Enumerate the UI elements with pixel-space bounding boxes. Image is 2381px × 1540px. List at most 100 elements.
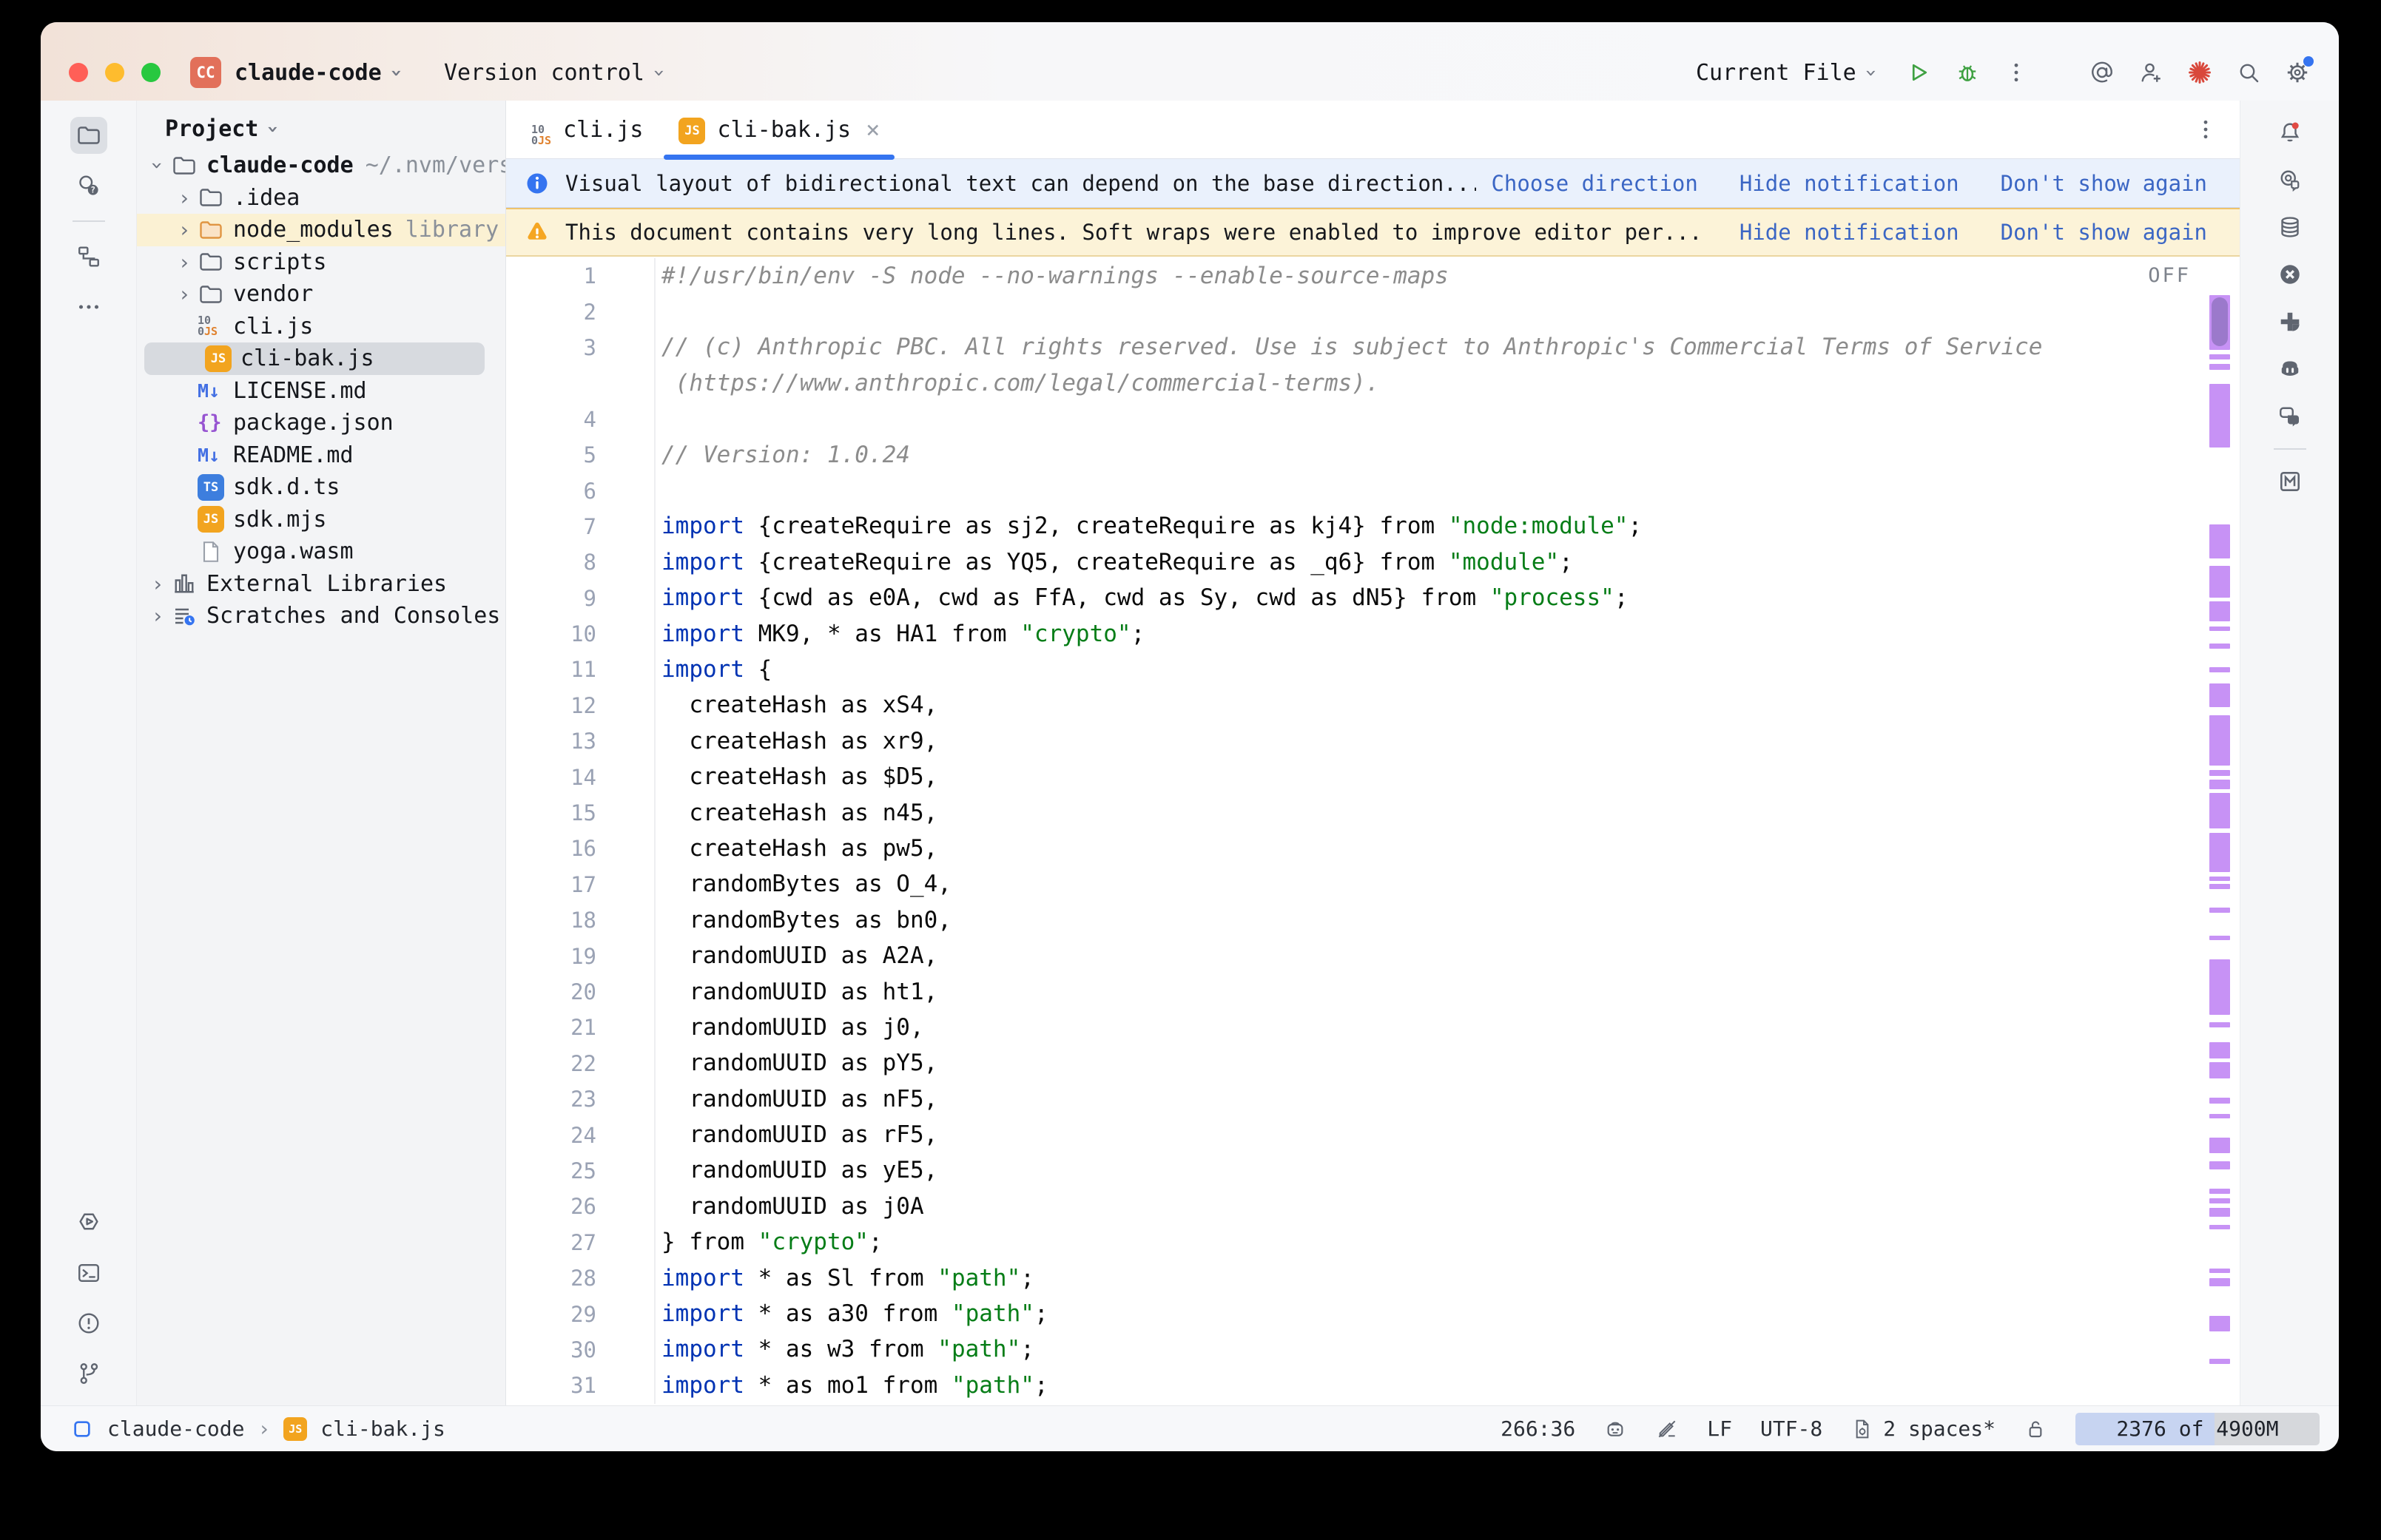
more-run-actions-button[interactable] — [1997, 53, 2035, 92]
zoom-window-button[interactable] — [141, 63, 161, 82]
line-number: 21 — [506, 1015, 617, 1040]
ai-mention-button[interactable] — [2083, 53, 2121, 92]
breadcrumb-project[interactable]: claude-code — [107, 1416, 244, 1441]
problems-button[interactable] — [70, 1305, 107, 1342]
tree-item--idea[interactable]: ›.idea — [137, 182, 505, 215]
debug-button[interactable] — [1948, 53, 1987, 92]
ai-assistant-button[interactable] — [2271, 161, 2308, 198]
tree-item-yoga-wasm[interactable]: yoga.wasm — [137, 536, 505, 568]
gutter-separator — [617, 294, 656, 329]
caret-position-widget[interactable]: 266:36 — [1501, 1416, 1575, 1441]
tree-item-scripts[interactable]: ›scripts — [137, 246, 505, 279]
code-with-me-button[interactable] — [2132, 53, 2170, 92]
ide-window: CC claude-code › Version control › Curre… — [41, 22, 2339, 1451]
code-line-3: 3// (c) Anthropic PBC. All rights reserv… — [506, 330, 2240, 365]
memory-indicator[interactable]: 2376 of 4900M — [2075, 1413, 2320, 1445]
code-line-21: 21 randomUUID as j0, — [506, 1010, 2240, 1045]
code-line-12: 12 createHash as xS4, — [506, 688, 2240, 723]
search-everywhere-button[interactable] — [2229, 53, 2268, 92]
mps-m-button[interactable] — [2271, 463, 2308, 500]
chevron-right-icon[interactable]: › — [171, 282, 198, 306]
code-line-23: 23 randomUUID as nF5, — [506, 1081, 2240, 1117]
tree-item-node-modules[interactable]: ›node_moduleslibrary — [137, 214, 505, 246]
encoding-widget[interactable]: UTF-8 — [1760, 1416, 1822, 1441]
tree-item-package-json[interactable]: {}package.json — [137, 407, 505, 439]
structure-button[interactable] — [70, 238, 107, 275]
code-line-6: 6 — [506, 473, 2240, 508]
hide-notification-link[interactable]: Hide notification — [1740, 220, 1959, 245]
tree-item-cli-bak-js[interactable]: JScli-bak.js — [144, 342, 485, 375]
chat-duo-button[interactable] — [2271, 398, 2308, 435]
don-t-show-again-link[interactable]: Don't show again — [2001, 171, 2207, 196]
code-line-20: 20 randomUUID as ht1, — [506, 974, 2240, 1010]
code-text: // Version: 1.0.24 — [661, 444, 910, 467]
hide-notification-link[interactable]: Hide notification — [1740, 171, 1959, 196]
app-icon: CC — [190, 57, 221, 88]
vcs-change-mark — [2209, 1138, 2230, 1153]
tab-cli-bak-js[interactable]: JS cli-bak.js × — [661, 101, 897, 158]
plugin-plus-button[interactable] — [2271, 303, 2308, 340]
vcs-widget[interactable]: Version control › — [444, 60, 665, 86]
plugin-burst-button[interactable] — [2180, 53, 2219, 92]
terminal-button[interactable] — [70, 1254, 107, 1291]
chevron-right-icon[interactable]: › — [144, 604, 171, 628]
close-icon[interactable]: × — [866, 115, 880, 143]
file-icon — [198, 538, 232, 565]
soft-wrap-indicator[interactable]: OFF — [2148, 264, 2191, 287]
code-line-24: 24 randomUUID as rF5, — [506, 1117, 2240, 1152]
more-button[interactable] — [70, 288, 107, 325]
tree-item-label: cli.js — [233, 314, 313, 340]
tree-item-claude-code[interactable]: ›claude-code~/.nvm/vers — [137, 149, 505, 182]
vcs-change-mark — [2209, 601, 2230, 621]
readonly-toggle[interactable] — [2024, 1417, 2047, 1441]
chevron-right-icon[interactable]: › — [144, 572, 171, 596]
tree-item-license-md[interactable]: M↓LICENSE.md — [137, 375, 505, 408]
tree-item-readme-md[interactable]: M↓README.md — [137, 439, 505, 472]
project-panel-header[interactable]: Project › — [137, 108, 505, 149]
highlighting-level-button[interactable] — [1655, 1417, 1679, 1441]
minimize-window-button[interactable] — [105, 63, 124, 82]
tab-options-button[interactable] — [2192, 116, 2219, 143]
md-icon: M↓ — [198, 445, 232, 466]
x-circle-button[interactable] — [2271, 256, 2308, 293]
git-branch-button[interactable] — [70, 1355, 107, 1392]
tree-item-scratches-and-consoles[interactable]: ›Scratches and Consoles — [137, 600, 505, 632]
error-stripe[interactable] — [2207, 257, 2240, 1405]
indent-widget[interactable]: 2 spaces* — [1850, 1416, 1996, 1441]
close-window-button[interactable] — [69, 63, 88, 82]
code-editor[interactable]: 1#!/usr/bin/env -S node --no-warnings --… — [506, 257, 2240, 1405]
vcs-question-button[interactable]: ? — [70, 167, 107, 204]
tab-cli-js[interactable]: 100JS cli.js — [513, 101, 661, 158]
line-separator-widget[interactable]: LF — [1707, 1416, 1732, 1441]
gutter-separator — [617, 1010, 656, 1045]
chevron-down-icon[interactable]: › — [146, 152, 170, 179]
gutter-separator — [617, 1117, 656, 1152]
tree-item-sdk-d-ts[interactable]: TSsdk.d.ts — [137, 471, 505, 504]
services-hexagon-play-button[interactable] — [70, 1204, 107, 1241]
run-button[interactable] — [1899, 53, 1938, 92]
vcs-change-mark — [2209, 1098, 2230, 1104]
tree-item-vendor[interactable]: ›vendor — [137, 278, 505, 311]
bidi-notification-banner: Visual layout of bidirectional text can … — [506, 159, 2240, 208]
vcs-change-mark — [2209, 884, 2230, 889]
tree-item-sdk-mjs[interactable]: JSsdk.mjs — [137, 504, 505, 536]
project-widget[interactable]: claude-code › — [235, 60, 403, 86]
don-t-show-again-link[interactable]: Don't show again — [2001, 220, 2207, 245]
breadcrumb-file[interactable]: cli-bak.js — [320, 1416, 445, 1441]
copilot-status-button[interactable] — [1603, 1417, 1627, 1441]
scrollbar-thumb[interactable] — [2212, 297, 2228, 346]
chevron-right-icon[interactable]: › — [171, 217, 198, 242]
tree-item-cli-js[interactable]: 100JScli.js — [137, 311, 505, 343]
banner-message: Visual layout of bidirectional text can … — [565, 171, 1476, 196]
copilot-button[interactable] — [2271, 351, 2308, 388]
database-button[interactable] — [2271, 209, 2308, 246]
choose-direction-link[interactable]: Choose direction — [1491, 171, 1697, 196]
settings-button[interactable] — [2278, 53, 2317, 92]
run-configuration-selector[interactable]: Current File › — [1696, 60, 1877, 86]
project-folder-button[interactable] — [70, 117, 107, 154]
tree-item-external-libraries[interactable]: ›External Libraries — [137, 568, 505, 601]
chevron-right-icon[interactable]: › — [171, 250, 198, 274]
chevron-right-icon[interactable]: › — [171, 186, 198, 210]
notifications-bell-button[interactable] — [2271, 114, 2308, 151]
run-configuration-label: Current File — [1696, 60, 1856, 86]
